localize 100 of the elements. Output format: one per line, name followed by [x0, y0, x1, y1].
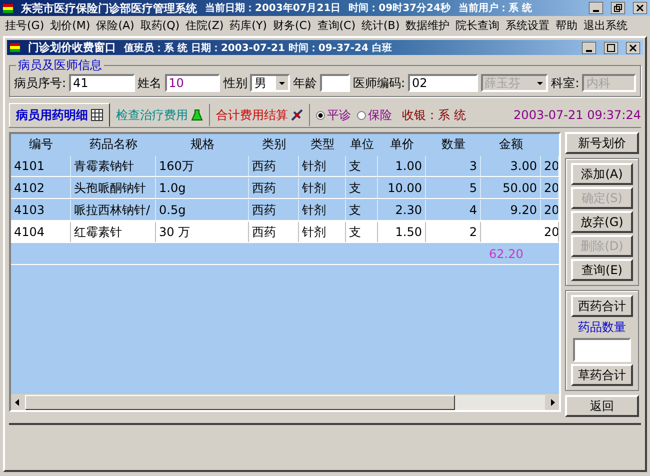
table-cell: 3	[426, 156, 481, 176]
restore-button[interactable]	[611, 2, 625, 14]
table-cell: 青霉素钠针	[71, 156, 156, 176]
window-logo-icon	[10, 43, 20, 52]
current-date: 当前日期：2003年07月21日	[205, 2, 341, 15]
table-cell: 针剂	[299, 156, 346, 176]
app-logo-icon	[3, 4, 13, 12]
table-cell: 1.0g	[156, 178, 249, 198]
scroll-right-button[interactable]	[545, 395, 559, 410]
field-label: 病员序号:	[14, 74, 66, 92]
menu-item[interactable]: 帮助	[552, 18, 581, 32]
table-cell: 针剂	[299, 178, 346, 198]
scroll-left-button[interactable]	[11, 395, 25, 410]
table-cell: 2.30	[378, 200, 426, 220]
action-button[interactable]: 查询(E)	[571, 259, 633, 281]
column-header: 金额	[498, 136, 524, 153]
horizontal-scrollbar[interactable]	[11, 394, 559, 410]
tab[interactable]: 合计费用结算	[210, 104, 310, 126]
column-header: 数量	[440, 136, 466, 153]
field-label: 年龄	[293, 74, 318, 92]
table-cell: 西药	[249, 222, 299, 242]
table-cell: 头孢哌酮钠针	[71, 178, 156, 198]
menu-item[interactable]: 查询(C)	[314, 18, 359, 32]
menu-item[interactable]: 院长查询	[452, 18, 503, 32]
western-total-button[interactable]: 西药合计	[571, 295, 633, 317]
column-header: 药品名称	[88, 136, 138, 153]
column-header: 规格	[190, 136, 216, 153]
table-cell: 哌拉西林钠针/	[71, 200, 156, 220]
window-title: 门诊划价收费窗口	[28, 40, 116, 55]
herbal-total-button[interactable]: 草药合计	[571, 364, 633, 386]
minimize-button[interactable]	[589, 2, 603, 14]
menu-item[interactable]: 药库(Y)	[226, 18, 270, 32]
table-cell: 西药	[249, 156, 299, 176]
input-field[interactable]: 02	[408, 74, 478, 92]
table-cell: 支	[346, 222, 378, 242]
window-info: 值班员：系 统 日期：2003-07-21 时间：09-37-24 白班	[124, 42, 392, 54]
input-field[interactable]: 10	[164, 74, 220, 92]
tools-icon	[291, 109, 303, 121]
dropdown[interactable]: 男	[250, 74, 290, 92]
timestamp: 2003-07-21 09:37:24	[514, 108, 641, 122]
maximize-button[interactable]	[604, 42, 618, 54]
menu-item[interactable]: 统计(B)	[358, 18, 403, 32]
table-cell: 针剂	[299, 222, 346, 242]
table-cell: 30 万	[156, 222, 249, 242]
new-pricing-button[interactable]: 新号划价	[565, 132, 639, 154]
menu-item[interactable]: 划价(M)	[47, 18, 94, 32]
table-cell: 支	[346, 200, 378, 220]
minimize-button[interactable]	[582, 42, 596, 54]
grid-icon	[91, 109, 103, 121]
table-cell: 3.00	[481, 156, 541, 176]
cashier-label: 收银：系 统	[402, 106, 466, 124]
column-header: 类别	[261, 136, 287, 153]
action-button[interactable]: 添加(A)	[571, 163, 633, 185]
menu-item[interactable]: 数据维护	[402, 18, 453, 32]
menu-item[interactable]: 挂号(G)	[2, 18, 48, 32]
table-cell: 160万	[156, 156, 249, 176]
input-field[interactable]	[320, 74, 350, 92]
table-cell: 5	[426, 178, 481, 198]
menu-item[interactable]: 保险(A)	[93, 18, 138, 32]
back-button[interactable]: 返回	[565, 395, 639, 417]
count-label: 药品数量	[578, 319, 626, 336]
table-cell: 2	[426, 222, 481, 242]
menu-item[interactable]: 系统设置	[502, 18, 553, 32]
visit-type-radio[interactable]: 平诊	[316, 106, 351, 124]
table-cell: 红霉素针	[71, 222, 156, 242]
table-cell: 1.50	[378, 222, 426, 242]
menu-item[interactable]: 住院(Z)	[182, 18, 227, 32]
table-cell: 4103	[11, 200, 71, 220]
column-header: 单价	[389, 136, 415, 153]
table-cell: 0.5g	[156, 200, 249, 220]
table-cell: 1.00	[378, 156, 426, 176]
table-cell: 4102	[11, 178, 71, 198]
table-cell: 西药	[249, 200, 299, 220]
close-button[interactable]	[633, 2, 647, 14]
count-field[interactable]	[573, 338, 631, 362]
table-cell: 支	[346, 156, 378, 176]
column-header: 编号	[28, 136, 54, 153]
scrollbar-thumb[interactable]	[25, 395, 455, 410]
group-title: 病员及医师信息	[16, 57, 104, 74]
visit-type-radio[interactable]: 保险	[357, 106, 392, 124]
table-cell: 4	[426, 200, 481, 220]
table-cell: 10.00	[378, 178, 426, 198]
current-user: 当前用户：系 统	[458, 1, 532, 15]
table-cell: 50.00	[481, 178, 541, 198]
close-button[interactable]	[626, 42, 640, 54]
menu-item[interactable]: 财务(C)	[270, 18, 314, 32]
menu-item[interactable]: 取药(Q)	[137, 18, 183, 32]
column-header: 类型	[310, 136, 336, 153]
table-cell: 针剂	[299, 200, 346, 220]
field-label: 医师编码:	[353, 74, 406, 92]
tab[interactable]: 病员用药明细	[9, 103, 110, 127]
flask-icon	[191, 109, 203, 121]
total-amount: 62.20	[488, 246, 524, 262]
table-cell: 支	[346, 178, 378, 198]
field-label: 性别	[223, 74, 248, 92]
menu-item[interactable]: 退出系统	[580, 18, 631, 32]
input-field[interactable]: 41	[69, 74, 135, 92]
current-time: 时间：09时37分24秒	[348, 2, 450, 15]
action-button[interactable]: 放弃(G)	[571, 211, 633, 233]
field-label: 科室:	[551, 74, 580, 92]
